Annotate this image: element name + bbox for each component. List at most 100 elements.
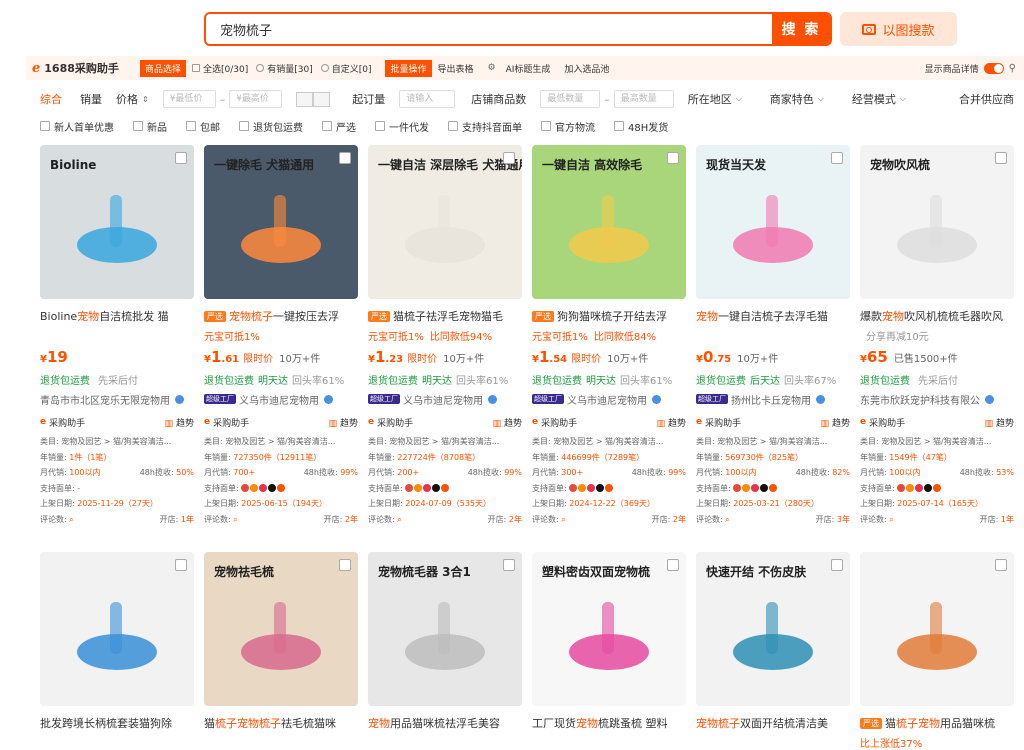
select-checkbox[interactable] bbox=[339, 152, 351, 164]
trend-link[interactable]: ▥ 趋势 bbox=[493, 416, 522, 429]
info-icon[interactable] bbox=[652, 394, 661, 404]
product-card[interactable]: 批发跨境长柄梳套装猫狗除 bbox=[40, 552, 194, 731]
custom-option[interactable]: 自定义[0] bbox=[320, 62, 371, 75]
product-thumbnail[interactable]: Bioline bbox=[40, 145, 194, 299]
trend-link[interactable]: ▥ 趋势 bbox=[657, 416, 686, 429]
view-toggle-icon[interactable] bbox=[296, 91, 331, 107]
image-search-button[interactable]: 以图搜款 bbox=[840, 12, 957, 46]
product-thumbnail[interactable]: 宠物梳毛器 3合1 bbox=[368, 552, 522, 706]
merchant-feature-dropdown[interactable]: 商家特色 ⌵ bbox=[770, 91, 824, 107]
select-checkbox[interactable] bbox=[503, 152, 515, 164]
product-title[interactable]: 宠物一键自洁梳子去浮毛猫 bbox=[696, 308, 850, 324]
info-icon[interactable] bbox=[175, 394, 184, 404]
product-title[interactable]: 批发跨境长柄梳套装猫狗除 bbox=[40, 715, 194, 731]
product-title[interactable]: 工厂现货宠物梳跳蚤梳 塑料 bbox=[532, 715, 686, 731]
info-icon[interactable] bbox=[324, 394, 333, 404]
product-title[interactable]: Bioline宠物自洁梳批发 猫 bbox=[40, 308, 194, 324]
product-thumbnail[interactable]: 快速开结 不伤皮肤 bbox=[696, 552, 850, 706]
gear-icon[interactable]: ⚙ bbox=[488, 63, 496, 73]
product-card[interactable]: 一键自洁 深层除毛 犬猫通用 严选 猫梳子祛浮毛宠物猫毛 元宝可抵1% 比同款低94% ¥… bbox=[368, 145, 522, 527]
sort-sales[interactable]: 销量 bbox=[80, 91, 102, 107]
product-card[interactable]: 快速开结 不伤皮肤宠物梳子双面开结梳清洁美 bbox=[696, 552, 850, 731]
product-thumbnail[interactable]: 塑料密齿双面宠物梳 bbox=[532, 552, 686, 706]
business-mode-dropdown[interactable]: 经营模式 ⌵ bbox=[852, 91, 906, 107]
has-sales-option[interactable]: 有销量[30] bbox=[256, 62, 313, 75]
check-free-shipping[interactable]: 包邮 bbox=[186, 119, 220, 134]
info-icon[interactable] bbox=[488, 394, 497, 404]
shop-name[interactable]: 超级工厂 义乌市迪尼宠物用 bbox=[532, 392, 686, 406]
shop-name[interactable]: 超级工厂 义乌市迪尼宠物用 bbox=[204, 392, 358, 406]
region-dropdown[interactable]: 所在地区 ⌵ bbox=[688, 91, 742, 107]
search-input[interactable] bbox=[206, 14, 772, 44]
select-checkbox[interactable] bbox=[503, 559, 515, 571]
select-checkbox[interactable] bbox=[995, 152, 1007, 164]
trend-link[interactable]: ▥ 趋势 bbox=[165, 416, 194, 429]
shop-name[interactable]: 青岛市市北区宠乐无限宠物用 bbox=[40, 392, 194, 406]
product-thumbnail[interactable] bbox=[40, 552, 194, 706]
select-checkbox[interactable] bbox=[339, 559, 351, 571]
product-card[interactable]: 一键自洁 高效除毛 严选 狗狗猫咪梳子开结去浮 元宝可抵1% 比同款低84% ¥1.54 限… bbox=[532, 145, 686, 527]
product-card[interactable]: 严选 猫梳子宠物用品猫咪梳 比上涨低37% bbox=[860, 552, 1014, 750]
select-checkbox[interactable] bbox=[175, 152, 187, 164]
trend-link[interactable]: ▥ 趋势 bbox=[821, 416, 850, 429]
product-thumbnail[interactable]: 宠物吹风梳 bbox=[860, 145, 1014, 299]
product-title[interactable]: 严选 猫梳子祛浮毛宠物猫毛 bbox=[368, 308, 522, 324]
check-official-logistics[interactable]: 官方物流 bbox=[541, 119, 595, 134]
product-card[interactable]: 宠物吹风梳 爆款宠物吹风机梳梳毛器吹风 分享再减10元 ¥65 已售1500+件 退货包运… bbox=[860, 145, 1014, 527]
product-card[interactable]: Bioline Bioline宠物自洁梳批发 猫 ¥19 退货包运费 先采后付 青岛市市北… bbox=[40, 145, 194, 527]
moq-input[interactable]: 请输入 bbox=[399, 90, 456, 108]
search-icon[interactable]: ⌕ bbox=[69, 515, 73, 524]
merge-supplier-link[interactable]: 合并供应商 bbox=[959, 91, 1014, 107]
trend-link[interactable]: ▥ 趋势 bbox=[985, 416, 1014, 429]
info-icon[interactable] bbox=[816, 394, 825, 404]
search-icon[interactable]: ⌕ bbox=[889, 515, 893, 524]
product-title[interactable]: 爆款宠物吹风机梳梳毛器吹风 bbox=[860, 308, 1014, 324]
product-thumbnail[interactable]: 宠物祛毛梳 bbox=[204, 552, 358, 706]
product-title[interactable]: 宠物梳子双面开结梳清洁美 bbox=[696, 715, 850, 731]
trend-link[interactable]: ▥ 趋势 bbox=[329, 416, 358, 429]
product-card[interactable]: 宠物祛毛梳猫梳子宠物梳子祛毛梳猫咪 bbox=[204, 552, 358, 731]
shop-name[interactable]: 东莞市欣跃宠护科技有限公 bbox=[860, 392, 1014, 406]
product-thumbnail[interactable] bbox=[860, 552, 1014, 706]
price-min-input[interactable]: ¥最低价 bbox=[162, 90, 216, 108]
product-title[interactable]: 严选 猫梳子宠物用品猫咪梳 bbox=[860, 715, 1014, 731]
search-icon[interactable]: ⌕ bbox=[725, 515, 729, 524]
price-max-input[interactable]: ¥最高价 bbox=[229, 90, 283, 108]
product-card[interactable]: 一键除毛 犬猫通用 严选 宠物梳子一键按压去浮 元宝可抵1% ¥1.61 限时价 10万+件… bbox=[204, 145, 358, 527]
show-detail-toggle[interactable]: 显示商品详情 ⚲ bbox=[925, 62, 1016, 75]
shop-min-input[interactable]: 最低数量 bbox=[540, 90, 601, 108]
export-table-link[interactable]: 导出表格 bbox=[438, 62, 474, 75]
select-checkbox[interactable] bbox=[995, 559, 1007, 571]
add-to-pool-link[interactable]: 加入选品池 bbox=[564, 62, 609, 75]
check-new-user[interactable]: 新人首单优惠 bbox=[40, 119, 114, 134]
product-thumbnail[interactable]: 一键除毛 犬猫通用 bbox=[204, 145, 358, 299]
select-checkbox[interactable] bbox=[831, 559, 843, 571]
product-thumbnail[interactable]: 一键自洁 高效除毛 bbox=[532, 145, 686, 299]
select-checkbox[interactable] bbox=[667, 152, 679, 164]
product-card[interactable]: 塑料密齿双面宠物梳工厂现货宠物梳跳蚤梳 塑料 bbox=[532, 552, 686, 731]
check-new-product[interactable]: 新品 bbox=[133, 119, 167, 134]
shop-max-input[interactable]: 最高数量 bbox=[613, 90, 674, 108]
check-douyin[interactable]: 支持抖音面单 bbox=[448, 119, 522, 134]
sort-price[interactable]: 价格 ⇕ bbox=[116, 91, 149, 107]
search-icon[interactable]: ⌕ bbox=[561, 515, 565, 524]
search-icon[interactable]: ⌕ bbox=[233, 515, 237, 524]
check-selected[interactable]: 严选 bbox=[322, 119, 356, 134]
search-icon[interactable]: ⌕ bbox=[397, 515, 401, 524]
product-title[interactable]: 猫梳子宠物梳子祛毛梳猫咪 bbox=[204, 715, 358, 731]
info-icon[interactable] bbox=[985, 394, 994, 404]
product-card[interactable]: 现货当天发 宠物一键自洁梳子去浮毛猫 ¥0.75 10万+件 退货包运费 后天达 回头率67… bbox=[696, 145, 850, 527]
search-button[interactable]: 搜 索 bbox=[772, 14, 830, 44]
product-title[interactable]: 严选 狗狗猫咪梳子开结去浮 bbox=[532, 308, 686, 324]
product-thumbnail[interactable]: 一键自洁 深层除毛 犬猫通用 bbox=[368, 145, 522, 299]
product-thumbnail[interactable]: 现货当天发 bbox=[696, 145, 850, 299]
select-checkbox[interactable] bbox=[667, 559, 679, 571]
toggle-switch[interactable] bbox=[983, 62, 1004, 74]
sort-comprehensive[interactable]: 综合 bbox=[40, 91, 62, 107]
check-return-shipping[interactable]: 退货包运费 bbox=[239, 119, 303, 134]
shop-name[interactable]: 超级工厂 义乌市迪尼宠物用 bbox=[368, 392, 522, 406]
ai-title-link[interactable]: AI标题生成 bbox=[506, 62, 551, 75]
select-all-option[interactable]: 全选[0/30] bbox=[192, 62, 248, 75]
select-checkbox[interactable] bbox=[831, 152, 843, 164]
shop-name[interactable]: 超级工厂 扬州比卡丘宠物用 bbox=[696, 392, 850, 406]
